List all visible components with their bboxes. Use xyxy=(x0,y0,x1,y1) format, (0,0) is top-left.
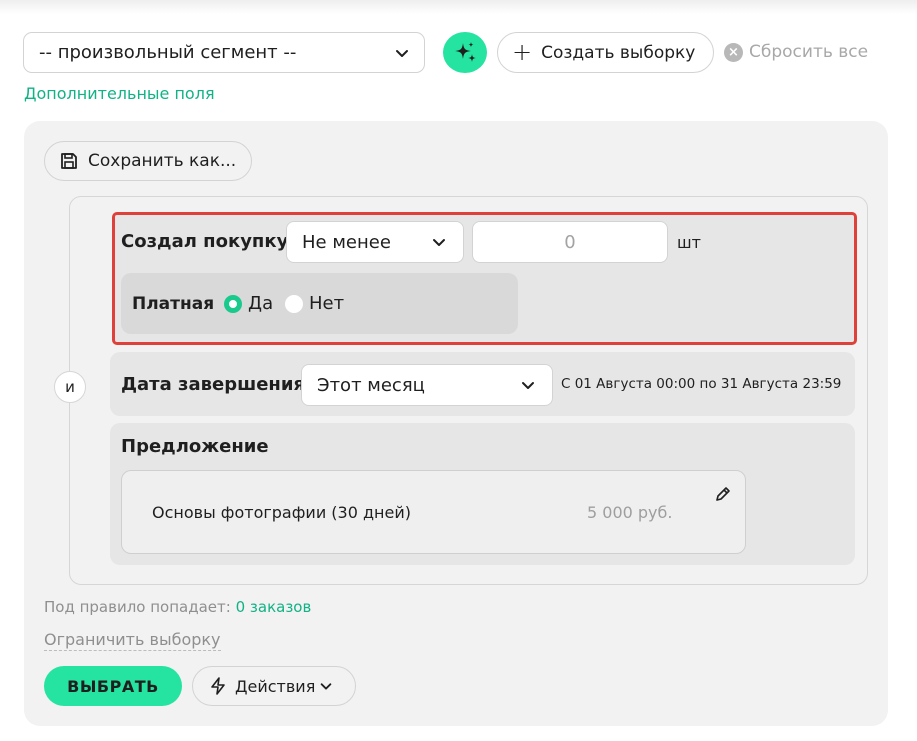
ai-sparkle-button[interactable] xyxy=(443,32,487,73)
radio-no-label: Нет xyxy=(309,293,345,314)
radio-yes[interactable]: Да xyxy=(224,293,273,314)
purchase-label: Создал покупку xyxy=(121,231,289,252)
radio-yes-label: Да xyxy=(248,293,274,314)
extra-fields-link[interactable]: Дополнительные поля xyxy=(24,84,215,103)
offer-price: 5 000 руб. xyxy=(587,503,673,522)
purchase-count-input[interactable]: 0 xyxy=(472,221,668,263)
chevron-down-icon xyxy=(396,49,408,57)
create-selection-label: Создать выборку xyxy=(541,42,696,63)
pencil-icon[interactable] xyxy=(713,484,733,504)
close-circle-icon: × xyxy=(724,42,743,62)
lightning-icon xyxy=(211,677,225,695)
offer-name: Основы фотографии (30 дней) xyxy=(152,503,411,522)
create-selection-button[interactable]: + Создать выборку xyxy=(497,32,714,73)
save-as-label: Сохранить как... xyxy=(88,151,237,171)
chevron-down-icon xyxy=(433,239,445,246)
chevron-down-icon xyxy=(522,382,534,389)
rule-match-count[interactable]: 0 заказов xyxy=(236,598,312,616)
date-period-range: С 01 Августа 00:00 по 31 Августа 23:59 xyxy=(561,376,842,392)
paid-label: Платная xyxy=(132,294,215,314)
floppy-disk-icon xyxy=(61,153,77,169)
limit-selection-link[interactable]: Ограничить выборку xyxy=(44,630,221,651)
rule-match-summary: Под правило попадает: 0 заказов xyxy=(44,598,311,616)
operator-select[interactable]: Не менее xyxy=(286,221,464,263)
rule-match-prefix: Под правило попадает: xyxy=(44,598,231,616)
actions-label: Действия xyxy=(235,676,316,696)
operator-select-value: Не менее xyxy=(302,231,391,253)
reset-all-button[interactable]: × Сбросить все xyxy=(724,42,868,62)
date-label: Дата завершения xyxy=(121,374,306,395)
select-button[interactable]: ВЫБРАТЬ xyxy=(44,666,182,706)
top-shadow xyxy=(0,0,917,14)
actions-button[interactable]: Действия xyxy=(192,666,356,706)
chevron-down-icon xyxy=(320,683,332,690)
date-period-value: Этот месяц xyxy=(317,374,425,396)
segment-select-value: -- произвольный сегмент -- xyxy=(39,42,297,63)
segment-select[interactable]: -- произвольный сегмент -- xyxy=(23,32,425,73)
save-as-button[interactable]: Сохранить как... xyxy=(44,141,252,181)
unit-label: шт xyxy=(677,233,701,252)
reset-all-label: Сбросить все xyxy=(749,42,869,62)
plus-icon: + xyxy=(512,37,533,66)
radio-no[interactable]: Нет xyxy=(285,293,344,314)
radio-checked-icon xyxy=(224,294,242,313)
offer-label: Предложение xyxy=(121,436,269,457)
date-period-select[interactable]: Этот месяц xyxy=(301,364,553,406)
and-operator-badge[interactable]: и xyxy=(54,371,86,403)
sparkle-icon xyxy=(455,41,476,62)
radio-unchecked-icon xyxy=(285,294,303,313)
